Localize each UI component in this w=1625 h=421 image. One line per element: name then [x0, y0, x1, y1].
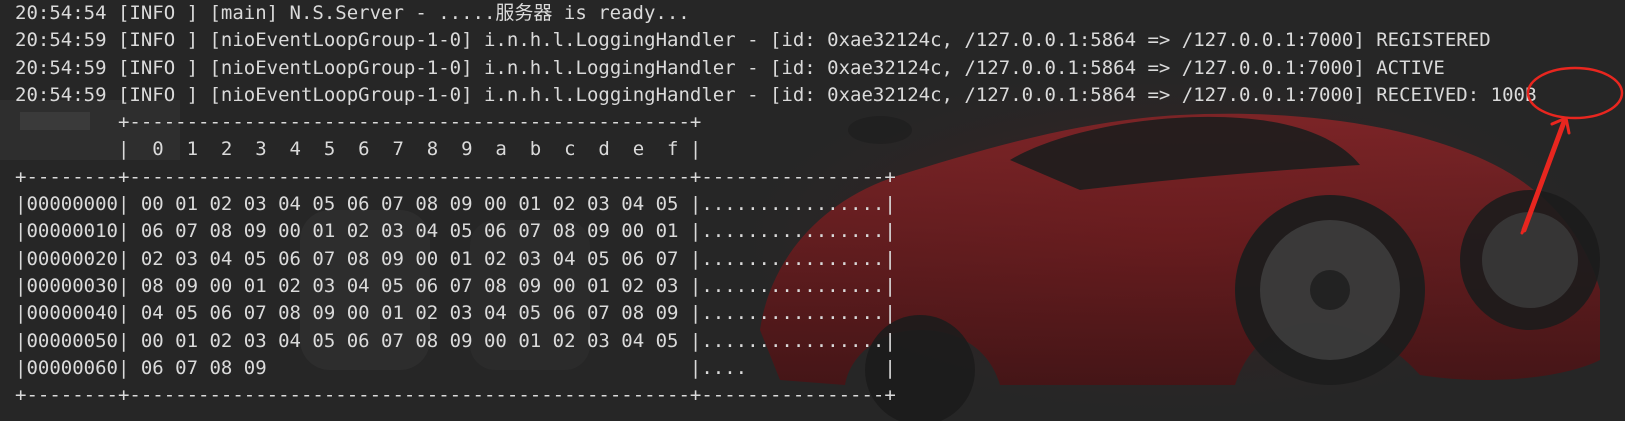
hexdump-line: |00000030| 08 09 00 01 02 03 04 05 06 07… [15, 274, 896, 297]
hexdump-line: |00000010| 06 07 08 09 00 01 02 03 04 05… [15, 220, 896, 243]
hexdump-line: |00000060| 06 07 08 09 |.... | [15, 356, 896, 379]
hexdump-line: |00000020| 02 03 04 05 06 07 08 09 00 01… [15, 247, 896, 270]
hexdump-line: |00000040| 04 05 06 07 08 09 00 01 02 03… [15, 302, 896, 325]
log-line: 20:54:59 [INFO ] [nioEventLoopGroup-1-0]… [15, 56, 1445, 79]
console-output: 20:54:54 [INFO ] [main] N.S.Server - ...… [15, 0, 1536, 409]
log-line: 20:54:54 [INFO ] [main] N.S.Server - ...… [15, 2, 690, 24]
hexdump-line: +--------+------------------------------… [15, 384, 896, 407]
log-line: 20:54:59 [INFO ] [nioEventLoopGroup-1-0]… [15, 83, 1537, 106]
hexdump-line: | 0 1 2 3 4 5 6 7 8 9 a b c d e f | [15, 138, 702, 161]
terminal-window[interactable]: 20:54:54 [INFO ] [main] N.S.Server - ...… [0, 0, 1625, 421]
hexdump-line: +--------+------------------------------… [15, 165, 896, 188]
log-line: 20:54:59 [INFO ] [nioEventLoopGroup-1-0]… [15, 29, 1491, 52]
hexdump-line: +---------------------------------------… [15, 111, 702, 134]
hexdump-line: |00000050| 00 01 02 03 04 05 06 07 08 09… [15, 329, 896, 352]
hexdump-line: |00000000| 00 01 02 03 04 05 06 07 08 09… [15, 193, 896, 216]
